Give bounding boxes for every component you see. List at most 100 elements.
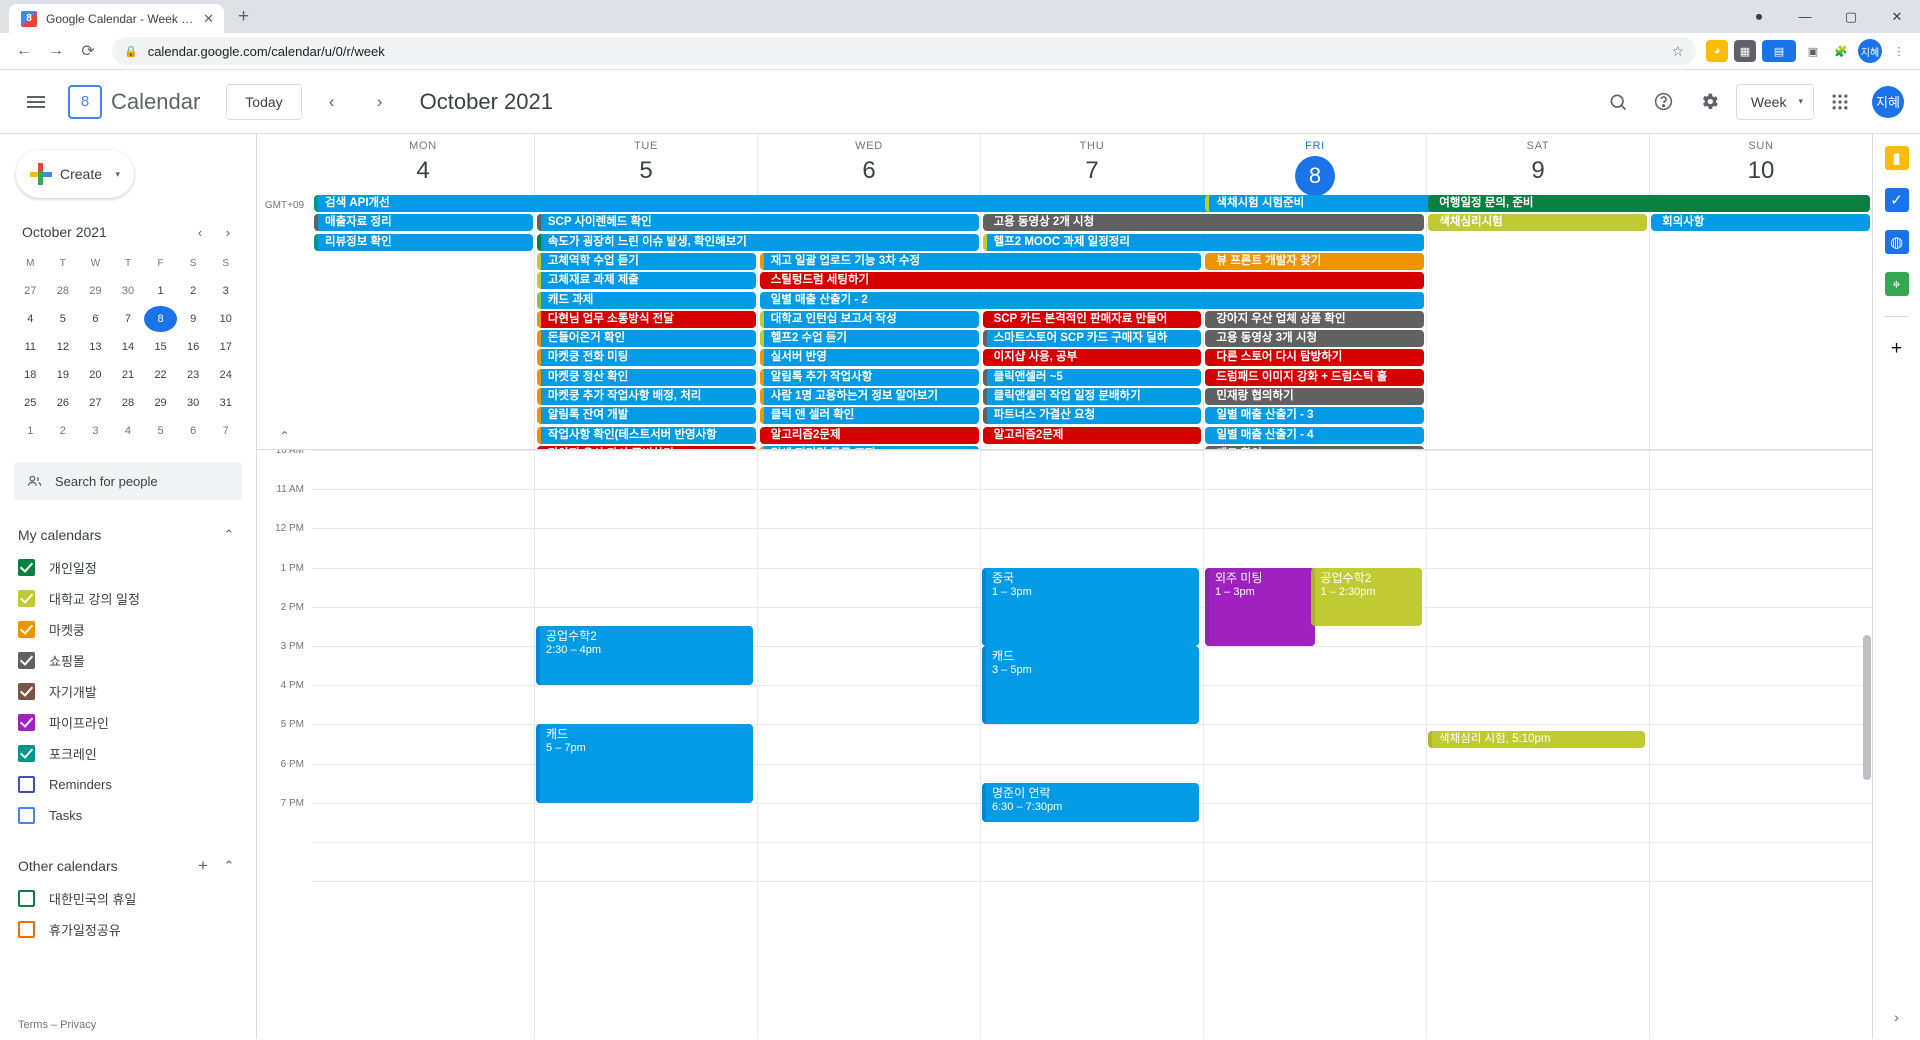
close-tab-icon[interactable]: ✕ [203,11,214,27]
my-calendar-item[interactable]: 자기개발 [14,676,242,707]
all-day-event[interactable]: 스마트스토어 SCP 카드 구매자 딜하 [982,330,1202,348]
record-indicator-icon[interactable]: ⏺ [1736,0,1782,33]
all-day-event[interactable]: 다른 스토어 다시 탐방하기 [1205,349,1425,367]
day-column[interactable]: 중국 1 – 3pm 캐드 3 – 5pm 명준이 연락 6:30 – 7:30pm [980,450,1203,1039]
mini-cal-day[interactable]: 22 [144,362,177,388]
terms-privacy-link[interactable]: Terms – Privacy [18,1019,96,1031]
mini-cal-day[interactable]: 24 [209,362,242,388]
screenshot-icon[interactable]: ▣ [1802,40,1824,62]
view-selector[interactable]: Week ▾ [1735,83,1814,120]
mini-cal-day[interactable]: 29 [79,278,112,304]
prev-week-icon[interactable]: ‹ [314,84,350,120]
mini-cal-day[interactable]: 7 [112,306,145,332]
day-header-number[interactable]: 4 [312,154,534,188]
extension-icon-2[interactable]: ▦ [1734,40,1756,62]
checkbox-icon[interactable] [18,652,35,669]
mini-cal-day[interactable]: 1 [144,278,177,304]
all-day-event[interactable]: 클릭앤셀러 작업 일정 분배하기 [982,388,1202,405]
my-calendars-collapse-icon[interactable]: ⌃ [216,522,242,548]
close-window-button[interactable]: ✕ [1874,0,1920,33]
all-day-event[interactable]: 일별 매출 산출기 - 3 [1205,407,1425,425]
extension-icon-3[interactable]: ▤ [1762,40,1796,62]
other-calendar-item[interactable]: 대한민국의 휴일 [14,883,242,914]
collapse-allday-icon[interactable]: ⌃ [257,429,312,443]
all-day-event[interactable]: 여행일정 문의, 준비 [1428,195,1870,212]
minimize-button[interactable]: — [1782,0,1828,33]
mini-cal-day[interactable]: 8 [144,306,177,332]
mini-cal-day[interactable]: 27 [14,278,47,304]
all-day-event[interactable]: 실서버 반영 [759,349,979,367]
all-day-event[interactable]: 마켓쿵 추가 작업사항 배정, 처리 [536,388,756,405]
mini-cal-day[interactable]: 5 [144,418,177,444]
day-header-number[interactable]: 5 [535,154,757,188]
timed-event[interactable]: 캐드 5 – 7pm [536,724,753,803]
reload-icon[interactable]: ⟳ [74,37,102,65]
mini-cal-day[interactable]: 19 [47,362,80,388]
account-avatar[interactable]: 지혜 [1872,85,1904,118]
all-day-event[interactable]: 일별 매출 산출기 - 4 [1205,426,1425,444]
checkbox-icon[interactable] [18,890,35,907]
all-day-event[interactable]: 작업사항 확인(테스트서버 반영사항 [536,426,756,444]
mini-cal-day[interactable]: 14 [112,334,145,360]
search-people-input[interactable]: Search for people [14,462,242,500]
all-day-event[interactable]: 일별 매출 산출기 - 2 [759,291,1425,309]
address-bar[interactable]: 🔒 calendar.google.com/calendar/u/0/r/wee… [112,37,1696,65]
mini-cal-day[interactable]: 13 [79,334,112,360]
back-icon[interactable]: ← [10,37,38,65]
day-column[interactable] [1649,450,1872,1039]
all-day-event[interactable]: 고체역학 수업 듣기 [536,252,756,270]
timed-event[interactable]: 캐드 3 – 5pm [982,646,1199,725]
all-day-event[interactable]: SCP 카드 본격적인 판매자료 만들어 [982,310,1202,328]
search-icon[interactable] [1598,82,1638,122]
timed-event[interactable]: 공업수학2 1 – 2:30pm [1310,567,1422,627]
forward-icon[interactable]: → [42,37,70,65]
my-calendar-item[interactable]: 마켓쿵 [14,614,242,645]
mini-cal-day[interactable]: 28 [112,390,145,416]
all-day-event[interactable]: 고용 동영상 2개 시청 [982,214,1425,232]
mini-cal-day[interactable]: 30 [112,278,145,304]
checkbox-icon[interactable] [18,621,35,638]
all-day-event[interactable]: 클릭앤셀러 ~5 [982,368,1202,386]
mini-cal-day[interactable]: 29 [144,390,177,416]
all-day-event[interactable]: 리뷰정보 확인 [314,233,533,251]
timed-grid-scroll[interactable]: 10 AM 11 AM 12 PM 1 PM 2 PM 3 PM 4 PM 5 PM 6 PM 7… [257,450,1872,1039]
all-day-event[interactable]: 마켓쿵 정산 확인 [536,368,756,386]
my-calendar-item[interactable]: 대학교 강의 일정 [14,583,242,614]
mini-cal-day[interactable]: 25 [14,390,47,416]
mini-prev-month-icon[interactable]: ‹ [186,218,214,246]
all-day-event[interactable]: 알고리즘2문제 [759,426,979,444]
mini-cal-day[interactable]: 23 [177,362,210,388]
day-header[interactable]: MON 4 [312,134,534,192]
checkbox-icon[interactable] [18,921,35,938]
mini-cal-day[interactable]: 9 [177,306,210,332]
next-week-icon[interactable]: › [362,84,398,120]
day-column[interactable] [312,450,534,1039]
all-day-event[interactable]: 강아지 우산 업체 상품 확인 [1205,310,1425,328]
settings-gear-icon[interactable] [1690,82,1730,122]
mini-cal-day[interactable]: 28 [47,278,80,304]
puzzle-icon[interactable]: 🧩 [1830,40,1852,62]
mini-cal-day[interactable]: 2 [47,418,80,444]
contacts-icon[interactable]: ◍ [1884,230,1909,254]
my-calendar-item[interactable]: 포크레인 [14,738,242,769]
all-day-event[interactable]: 고용 동영상 3개 시청 [1205,330,1425,348]
other-calendars-collapse-icon[interactable]: ⌃ [216,853,242,879]
all-day-event[interactable]: 강아지 우산 다시 준비하기 [536,445,756,449]
checkbox-icon[interactable] [18,807,35,824]
day-column[interactable] [757,450,980,1039]
day-header-number[interactable]: 6 [758,154,980,188]
help-icon[interactable] [1644,82,1684,122]
mini-cal-day[interactable]: 4 [112,418,145,444]
mini-cal-day[interactable]: 2 [177,278,210,304]
all-day-event[interactable]: 알림톡 추가 작업사항 [759,368,979,386]
checkbox-icon[interactable] [18,590,35,607]
add-other-calendar-icon[interactable]: + [190,853,216,879]
mini-cal-day[interactable]: 6 [79,306,112,332]
timed-event[interactable]: 외주 미팅 1 – 3pm [1205,567,1315,646]
all-day-event[interactable]: 고체재료 과제 제출 [536,272,756,290]
my-calendar-item[interactable]: 쇼핑몰 [14,645,242,676]
today-button[interactable]: Today [226,83,302,120]
all-day-event[interactable]: 사람 1명 고용하는거 정보 알아보기 [759,388,979,405]
all-day-event[interactable]: 알림톡 잔여 개발 [536,407,756,425]
mini-cal-day[interactable]: 18 [14,362,47,388]
